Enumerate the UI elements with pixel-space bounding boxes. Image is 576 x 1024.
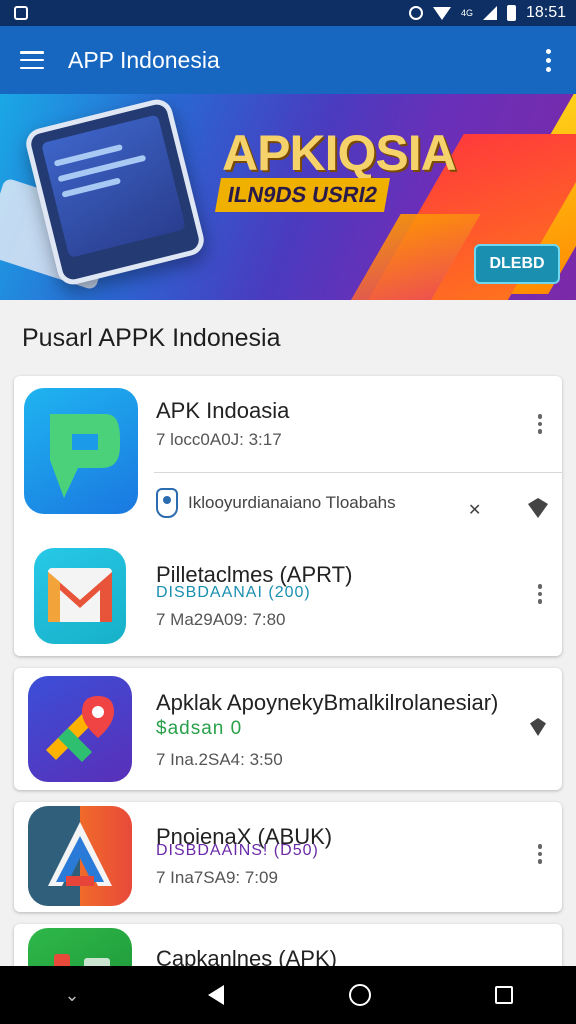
app-meta: 7 locc0A0J: 3:17 <box>156 430 282 449</box>
banner-headline: APKIQSIA <box>222 125 457 181</box>
status-icons: 4G 18:51 <box>408 4 566 22</box>
list-item[interactable]: Pilletaclmes (APRT) DISBDAANAI (200) 7 M… <box>14 536 562 654</box>
a-logo-icon <box>28 806 132 906</box>
app-status: DISBDAANAI (200) <box>156 584 311 601</box>
more-options-icon[interactable] <box>535 844 545 864</box>
promo-banner[interactable]: APKIQSIA ILN9DS USRI2 DLEBD <box>0 94 576 300</box>
system-nav-bar: ⌄ <box>0 966 576 1024</box>
pin-icon[interactable]: ✕ <box>468 500 484 519</box>
divider <box>154 472 562 473</box>
shield-icon[interactable] <box>528 498 548 518</box>
list-item[interactable]: APK Indoasia 7 locc0A0J: 3:17 Iklooyurdi… <box>14 376 562 519</box>
alarm-icon <box>408 6 423 20</box>
nav-home-button[interactable] <box>340 975 380 1015</box>
shield-icon[interactable] <box>530 718 546 736</box>
app-card: APK Indoasia 7 locc0A0J: 3:17 Iklooyurdi… <box>14 376 562 656</box>
more-options-icon[interactable] <box>535 584 545 604</box>
section-title: Pusarl APPK Indonesia <box>22 324 281 352</box>
back-icon <box>208 985 224 1005</box>
nav-back-button[interactable] <box>196 975 236 1015</box>
nav-recents-button[interactable] <box>484 975 524 1015</box>
battery-icon <box>506 5 516 21</box>
app-title: APP Indonesia <box>68 46 220 73</box>
notification-icon <box>14 6 28 20</box>
app-name: Apklak ApoynekyBmalkilrolanesiar) <box>156 690 499 715</box>
publisher-icon <box>156 488 178 518</box>
banner-tagline: ILN9DS USRI2 <box>215 178 391 212</box>
maps-pin-icon <box>28 676 132 782</box>
app-card: Apklak ApoynekyBmalkilrolanesiar) $adsan… <box>14 668 562 790</box>
app-status: DISBDAAINS! (D50) <box>156 842 319 859</box>
publisher-name: Iklooyurdianaiano Tloabahs <box>188 493 396 512</box>
app-meta: 7 Ina.2SA4: 3:50 <box>156 750 283 769</box>
more-options-icon[interactable] <box>535 414 545 434</box>
wifi-icon <box>432 6 451 20</box>
cell-signal-icon <box>482 6 497 20</box>
app-name: APK Indoasia <box>156 398 290 423</box>
mail-m-icon <box>34 548 126 644</box>
publisher-row: Iklooyurdianaiano Tloabahs <box>156 488 396 518</box>
app-meta: 7 Ina7SA9: 7:09 <box>156 868 278 887</box>
list-item[interactable]: Apklak ApoynekyBmalkilrolanesiar) $adsan… <box>14 668 562 790</box>
home-icon <box>349 984 371 1006</box>
app-bar: APP Indonesia <box>0 26 576 94</box>
p-logo-icon <box>24 388 138 514</box>
recents-icon <box>495 986 513 1004</box>
nav-collapse-button[interactable]: ⌄ <box>52 975 92 1015</box>
overflow-menu-icon[interactable] <box>538 48 558 72</box>
status-bar: 4G 18:51 <box>0 0 576 26</box>
app-card: PnoienaX (ABUK) DISBDAAINS! (D50) 7 Ina7… <box>14 802 562 912</box>
network-label: 4G <box>460 8 473 18</box>
app-meta: 7 Ma29A09: 7:80 <box>156 610 286 629</box>
list-item[interactable]: PnoienaX (ABUK) DISBDAAINS! (D50) 7 Ina7… <box>14 802 562 912</box>
clock: 18:51 <box>525 4 566 21</box>
app-status: $adsan 0 <box>156 718 243 739</box>
menu-icon[interactable] <box>20 51 44 69</box>
banner-cta-button[interactable]: DLEBD <box>474 244 560 284</box>
